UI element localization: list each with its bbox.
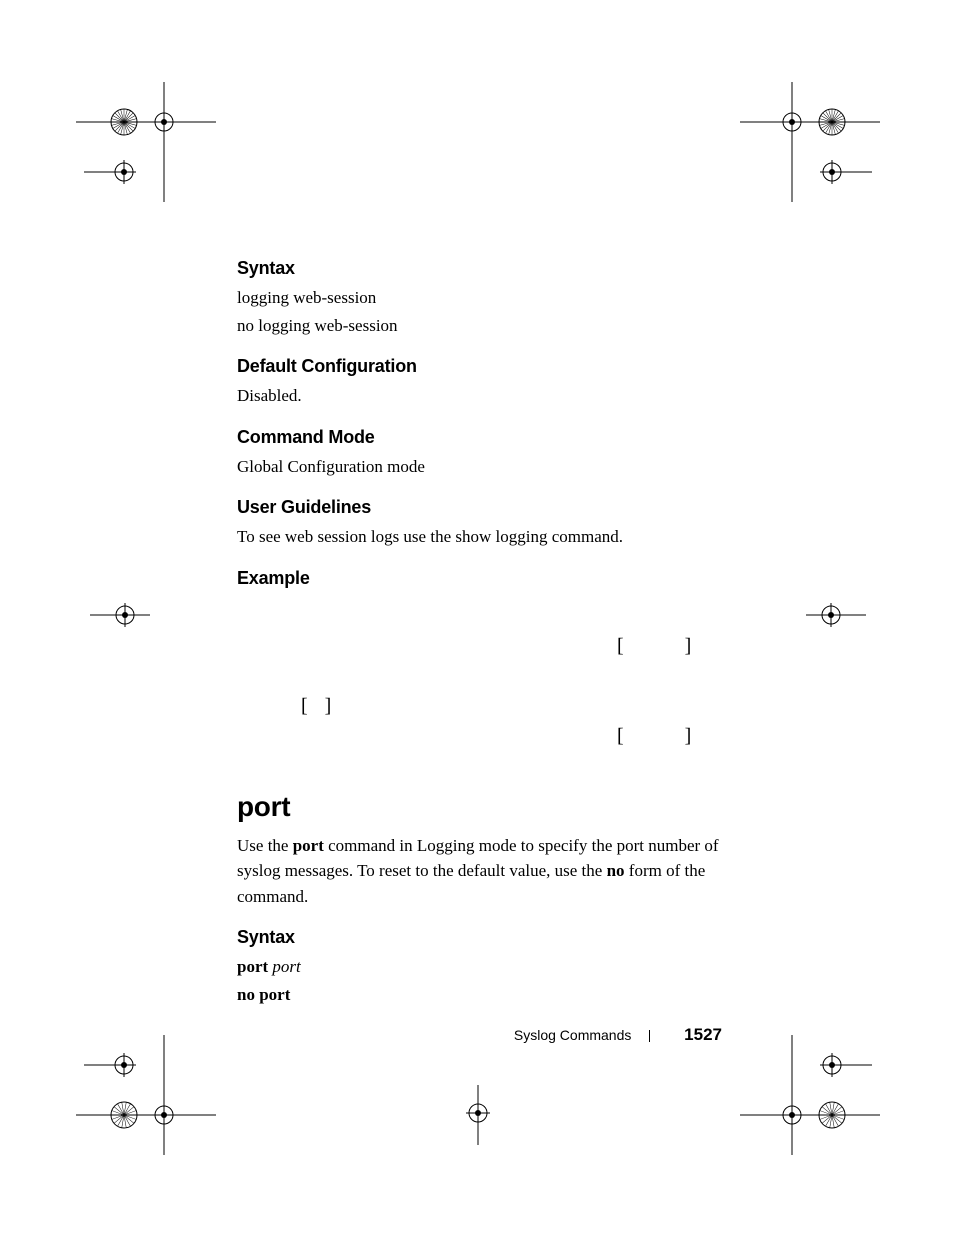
heading-user-guidelines: User Guidelines	[237, 497, 747, 518]
crop-mark-cluster	[740, 82, 880, 202]
crop-mark-cluster	[76, 82, 216, 202]
page-footer: Syslog Commands 1527	[0, 1025, 954, 1045]
syntax-negation: no port	[237, 982, 747, 1008]
page-number: 1527	[684, 1025, 722, 1044]
register-mark-icon	[458, 1085, 498, 1145]
user-guidelines-body: To see web session logs use the show log…	[237, 524, 747, 550]
register-mark-icon	[90, 600, 150, 630]
syntax-usage: port port	[237, 954, 747, 980]
heading-syntax: Syntax	[237, 927, 747, 948]
heading-default-config: Default Configuration	[237, 356, 747, 377]
command-description: Use the port command in Logging mode to …	[237, 833, 747, 910]
text: Use the	[237, 836, 293, 855]
register-mark-icon	[806, 600, 866, 630]
text-bold: no	[607, 861, 625, 880]
command-title: port	[237, 791, 747, 823]
footer-section-name: Syslog Commands	[514, 1027, 632, 1043]
syntax-argument: port	[272, 957, 300, 976]
heading-example: Example	[237, 568, 747, 589]
syntax-keyword: port	[237, 957, 268, 976]
text-bold: port	[293, 836, 324, 855]
bracket-placeholder: [ ]	[617, 635, 719, 658]
footer-separator-icon	[649, 1030, 650, 1042]
bracket-placeholder: [ ]	[617, 725, 719, 748]
default-config-body: Disabled.	[237, 383, 747, 409]
heading-command-mode: Command Mode	[237, 427, 747, 448]
crop-mark-cluster	[76, 1035, 216, 1155]
command-mode-body: Global Configuration mode	[237, 454, 747, 480]
syntax-line: no logging web-session	[237, 313, 747, 339]
heading-syntax: Syntax	[237, 258, 747, 279]
content-column: Syntax logging web-session no logging we…	[237, 258, 747, 1009]
example-output: [ ] [ ] [ ]	[237, 595, 747, 755]
crop-mark-cluster	[740, 1035, 880, 1155]
bracket-placeholder: [ ]	[301, 695, 337, 718]
page: Syntax logging web-session no logging we…	[0, 0, 954, 1235]
syntax-line: logging web-session	[237, 285, 747, 311]
